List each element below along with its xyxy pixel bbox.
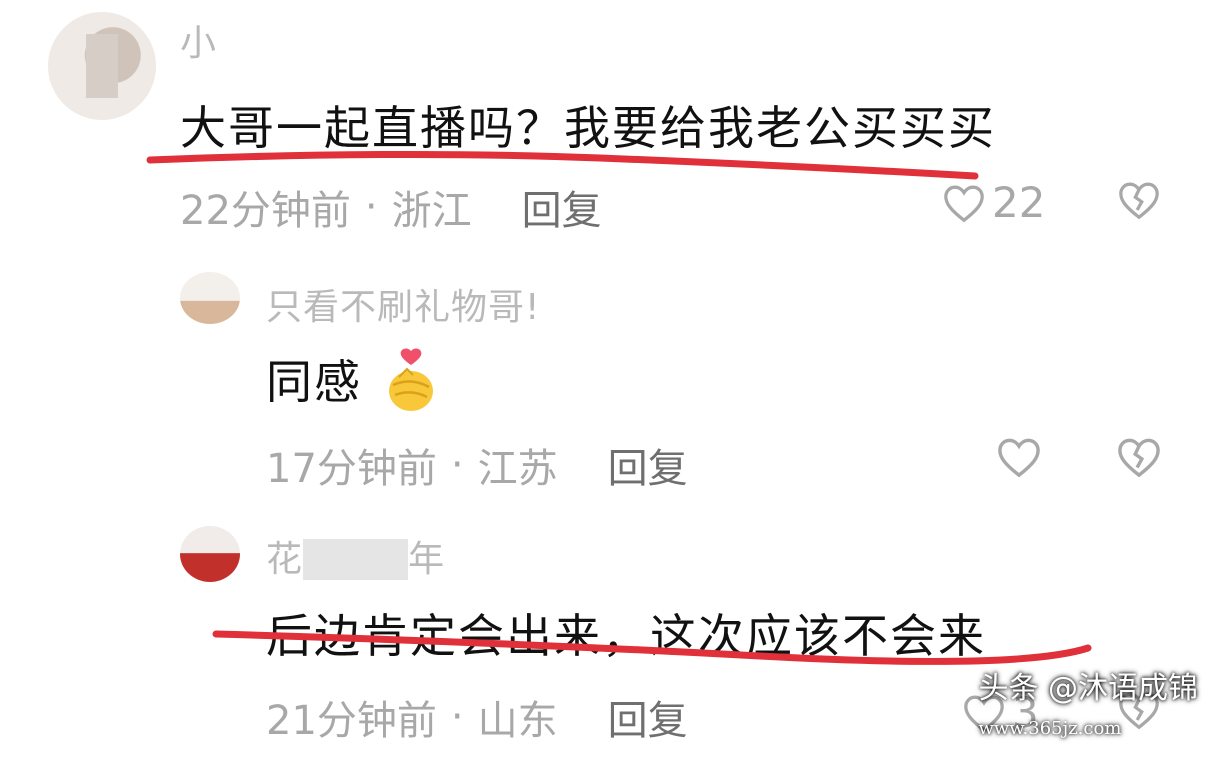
location: 山东 [477, 698, 558, 744]
timestamp: 21分钟前 [266, 698, 437, 744]
comment-text: 同感 [266, 346, 439, 424]
comment-text: 后边肯定会出来，这次应该不会来 [266, 609, 986, 663]
comment-text: 大哥一起直播吗？我要给我老公买买买 [180, 101, 996, 155]
comment-meta: 21分钟前 · 山东 回复 [266, 688, 688, 746]
dislike-button[interactable] [1116, 180, 1162, 220]
username-end: 年 [408, 539, 446, 580]
watermark-text: 头条 @沐语成锦 [978, 671, 1198, 706]
like-button[interactable]: 22 [942, 178, 1045, 227]
avatar[interactable] [180, 526, 240, 582]
username-blurred: ■■■ [303, 539, 409, 580]
avatar[interactable] [180, 272, 240, 324]
username[interactable]: 只看不刷礼物哥! [266, 278, 540, 330]
username[interactable]: 花■■■年 [266, 530, 445, 582]
comment-text-content: 同感 [266, 355, 362, 409]
timestamp: 22分钟前 [180, 188, 351, 234]
comment-meta: 17分钟前 · 江苏 回复 [266, 436, 688, 494]
reply-button[interactable]: 回复 [522, 178, 602, 236]
timestamp: 17分钟前 [266, 446, 437, 492]
reply-button[interactable]: 回复 [608, 688, 688, 746]
meta-separator: · [450, 442, 464, 488]
broken-heart-icon [1116, 180, 1162, 220]
location: 江苏 [477, 446, 558, 492]
heart-outline-icon [942, 183, 986, 223]
watermark: 头条 @沐语成锦 www.365jz.com [978, 663, 1198, 742]
watermark-site: www.365jz.com [978, 718, 1122, 739]
location: 浙江 [391, 188, 472, 234]
dislike-button[interactable] [1116, 436, 1162, 478]
reply-button[interactable]: 回复 [608, 436, 688, 494]
meta-separator: · [450, 694, 464, 740]
meta-separator: · [364, 184, 378, 230]
like-count: 22 [992, 178, 1046, 227]
broken-heart-icon [1116, 436, 1162, 478]
username-start: 花 [266, 539, 304, 580]
comment-meta: 22分钟前 · 浙江 回复 [180, 178, 602, 236]
avatar[interactable] [48, 12, 156, 120]
username[interactable]: 小 [180, 14, 217, 66]
like-button[interactable] [996, 436, 1042, 478]
finger-heart-emoji [383, 347, 439, 424]
heart-outline-icon [996, 436, 1042, 478]
